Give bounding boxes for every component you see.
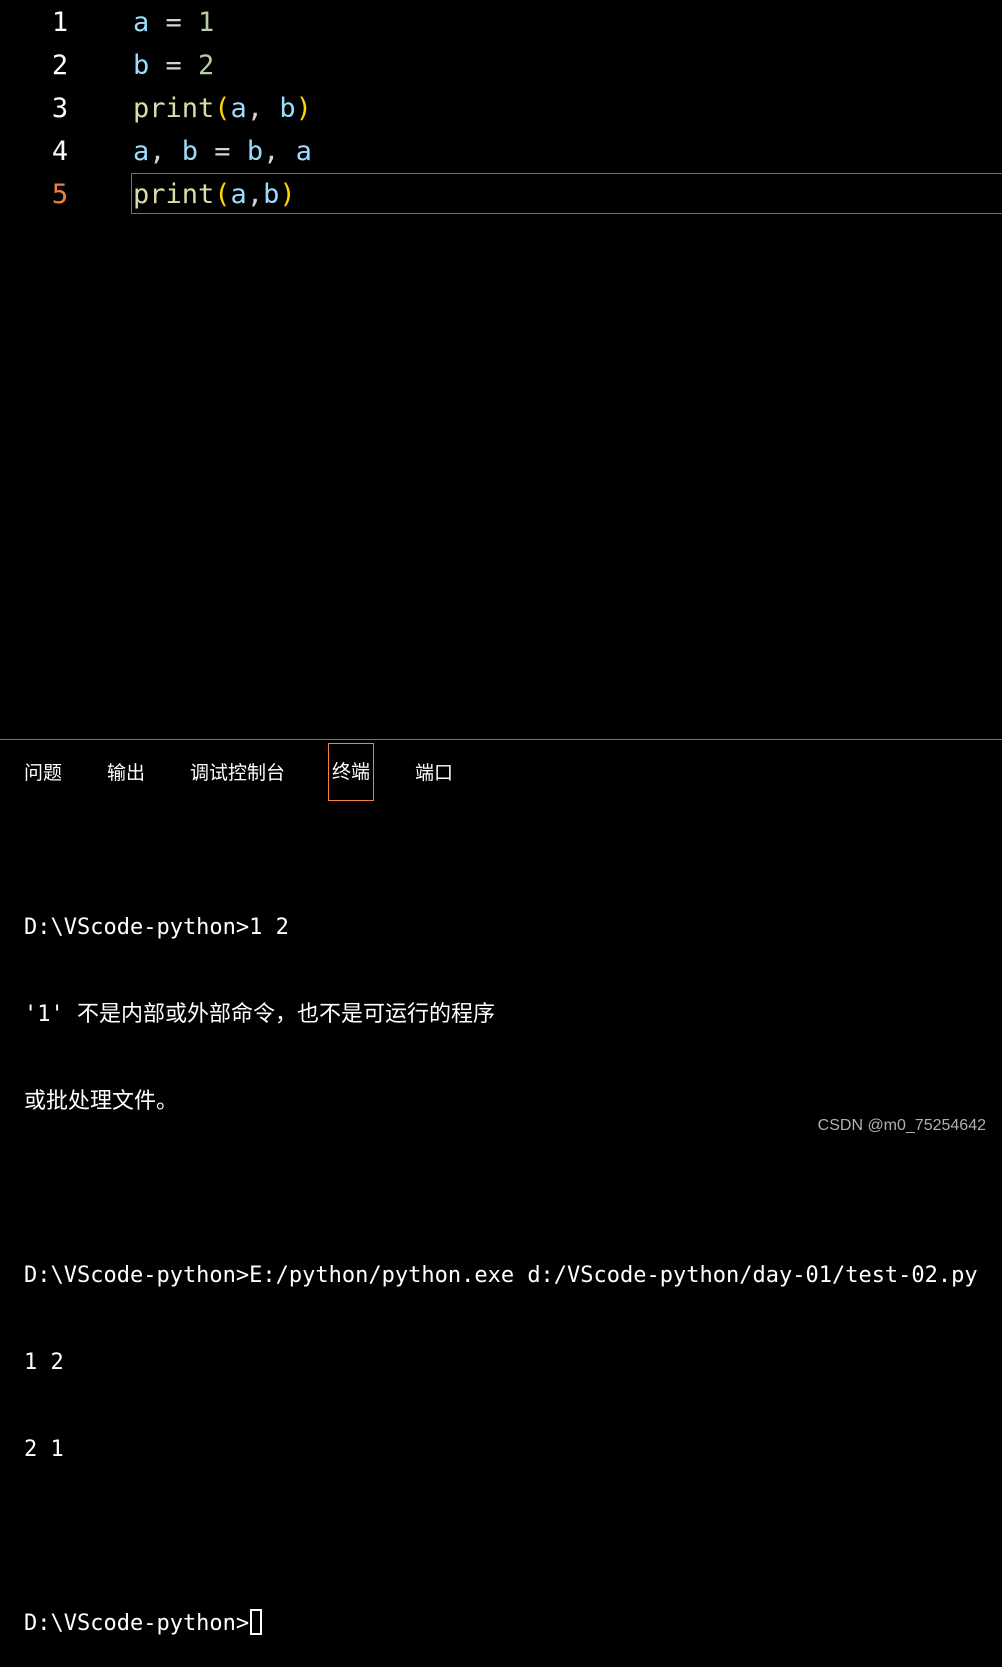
panel-divider bbox=[0, 739, 1002, 740]
code-editor[interactable]: 1 a = 1 2 b = 2 3 print(a, b) 4 a, b = b… bbox=[0, 0, 1002, 738]
code-text[interactable]: print(a, b) bbox=[133, 87, 312, 130]
code-line[interactable]: 2 b = 2 bbox=[0, 44, 1002, 87]
code-token: , bbox=[246, 179, 264, 210]
terminal-prompt-line[interactable]: D:\VScode-python> bbox=[24, 1609, 994, 1638]
terminal-output[interactable]: D:\VScode-python>1 2 '1' 不是内部或外部命令，也不是可运… bbox=[24, 855, 994, 1667]
code-token: , bbox=[263, 136, 296, 167]
code-line[interactable]: 3 print(a, b) bbox=[0, 87, 1002, 130]
code-token: 1 bbox=[198, 7, 215, 38]
code-text[interactable]: a = 1 bbox=[133, 1, 214, 44]
code-token: a bbox=[133, 7, 150, 38]
terminal-line: 1 2 bbox=[24, 1350, 64, 1375]
code-token: ( bbox=[214, 93, 231, 124]
line-number-active: 5 bbox=[51, 179, 69, 210]
code-token: b bbox=[263, 179, 280, 210]
watermark: CSDN @m0_75254642 bbox=[817, 1117, 986, 1134]
code-token: print bbox=[133, 93, 215, 124]
line-number: 3 bbox=[51, 93, 69, 124]
tab-terminal[interactable]: 终端 bbox=[328, 743, 375, 801]
tab-output[interactable]: 输出 bbox=[107, 744, 145, 800]
code-token: = bbox=[198, 136, 247, 167]
code-token: ( bbox=[214, 179, 231, 210]
code-token: = bbox=[149, 7, 199, 38]
code-token: b bbox=[181, 136, 199, 167]
terminal-line: 或批处理文件。 bbox=[24, 1089, 179, 1114]
code-text[interactable]: b = 2 bbox=[133, 44, 214, 87]
terminal-line: D:\VScode-python>E:/python/python.exe d:… bbox=[24, 1263, 978, 1288]
tab-debug-console[interactable]: 调试控制台 bbox=[190, 744, 285, 800]
code-token: b bbox=[246, 136, 264, 167]
code-line[interactable]: 1 a = 1 bbox=[0, 1, 1002, 44]
terminal-cursor bbox=[250, 1609, 263, 1635]
line-number: 1 bbox=[51, 7, 69, 38]
panel-tab-bar: 问题 输出 调试控制台 终端 端口 bbox=[0, 743, 1002, 802]
line-number: 2 bbox=[51, 50, 69, 81]
code-token: 2 bbox=[198, 50, 215, 81]
code-line-active[interactable]: 5 print(a,b) bbox=[0, 173, 1002, 216]
terminal-line: D:\VScode-python>1 2 bbox=[24, 915, 289, 940]
code-token: ) bbox=[279, 179, 296, 210]
code-token: b bbox=[279, 93, 296, 124]
tab-problems[interactable]: 问题 bbox=[24, 744, 62, 800]
code-line[interactable]: 4 a, b = b, a bbox=[0, 130, 1002, 173]
tab-ports[interactable]: 端口 bbox=[415, 744, 453, 800]
terminal-line: '1' 不是内部或外部命令，也不是可运行的程序 bbox=[24, 1002, 495, 1027]
line-number: 4 bbox=[51, 136, 69, 167]
code-token: a bbox=[133, 136, 150, 167]
code-token: print bbox=[133, 179, 215, 210]
code-token: b bbox=[133, 50, 150, 81]
code-token: a bbox=[295, 136, 312, 167]
code-text[interactable]: a, b = b, a bbox=[133, 130, 312, 173]
code-token: ) bbox=[295, 93, 312, 124]
terminal-line: 2 1 bbox=[24, 1437, 64, 1462]
code-token: , bbox=[246, 93, 280, 124]
terminal-prompt: D:\VScode-python> bbox=[24, 1611, 250, 1636]
code-token: a bbox=[230, 93, 247, 124]
code-text[interactable]: print(a,b) bbox=[133, 173, 296, 216]
code-token: , bbox=[149, 136, 182, 167]
code-token: a bbox=[230, 179, 247, 210]
code-token: = bbox=[149, 50, 199, 81]
